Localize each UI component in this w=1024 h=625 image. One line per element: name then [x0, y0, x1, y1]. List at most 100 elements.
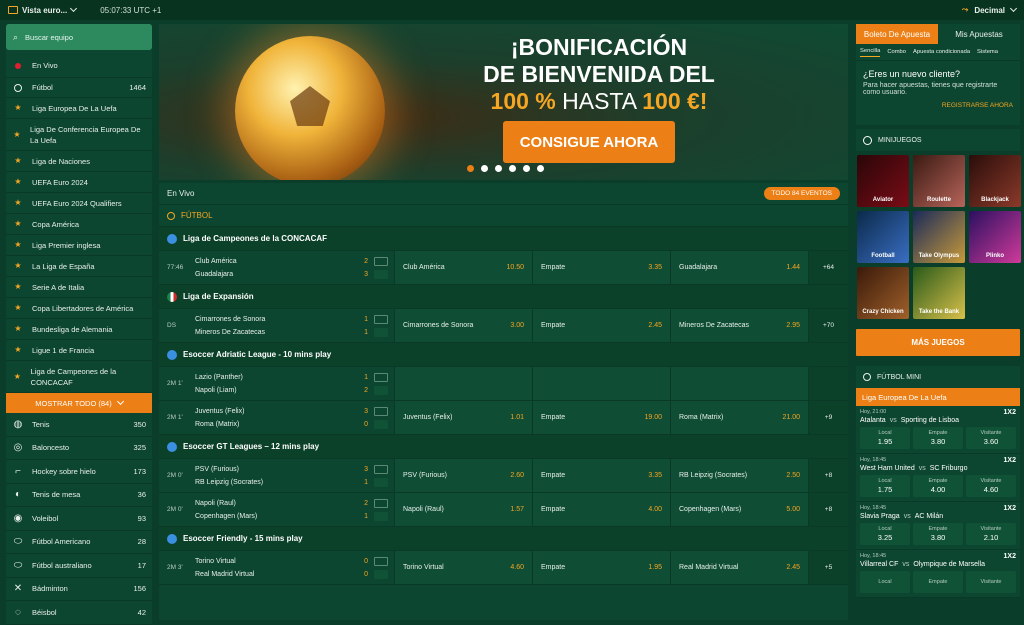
sidebar-item-sport[interactable]: ⌐ Hockey sobre hielo 173	[6, 460, 152, 484]
minigame-tile[interactable]: Crazy Chicken	[857, 267, 909, 319]
mini-odds-button[interactable]: Visitante 4.60	[966, 475, 1016, 497]
stats-icon[interactable]	[374, 464, 388, 474]
match-row[interactable]: 77:46 Club América 2 Guadalajara 3 Club Améri…	[159, 251, 848, 285]
view-selector[interactable]: Vista euro...	[8, 4, 78, 15]
more-markets-button[interactable]: +8	[809, 493, 848, 526]
odds-button[interactable]: Club América 10.50	[395, 251, 533, 284]
match-row[interactable]: 2M 1' Lazio (Panther) 1 Napoli (Liam) 2	[159, 367, 848, 401]
sidebar-item-league[interactable]: ★ Copa América	[6, 214, 152, 235]
sidebar-item-league[interactable]: ★ Liga De Conferencia Europea De La Uefa	[6, 119, 152, 151]
more-markets-button[interactable]: +9	[809, 401, 848, 434]
minigame-tile[interactable]: Football	[857, 211, 909, 263]
carousel-dot[interactable]	[481, 165, 488, 172]
odds-button[interactable]: Empate 4.00	[533, 493, 671, 526]
sidebar-item-sport[interactable]: ⬭ Fútbol Americano 28	[6, 531, 152, 554]
minigame-tile[interactable]: Aviator	[857, 155, 909, 207]
sidebar-item-league[interactable]: ★ Bundesliga de Alemania	[6, 319, 152, 340]
mini-odds-button[interactable]: Empate 4.00	[913, 475, 963, 497]
stats-placeholder[interactable]	[374, 511, 388, 521]
mini-odds-button[interactable]: Empate 3.80	[913, 523, 963, 545]
more-games-button[interactable]: MÁS JUEGOS	[856, 329, 1020, 356]
sidebar-item-league[interactable]: ★ UEFA Euro 2024	[6, 172, 152, 193]
mini-odds-button[interactable]: Visitante 2.10	[966, 523, 1016, 545]
odds-button[interactable]: Real Madrid Virtual 2.45	[671, 551, 809, 584]
sport-header[interactable]: FÚTBOL	[159, 205, 848, 227]
odds-button[interactable]	[671, 367, 809, 400]
subtab-combo[interactable]: Combo	[887, 49, 906, 55]
sidebar-item-league[interactable]: ★ Liga Europea De La Uefa	[6, 98, 152, 119]
search-input[interactable]: ⌕ Buscar equipo	[6, 24, 152, 50]
all-events-button[interactable]: TODO 84 EVENTOS	[763, 187, 840, 200]
match-row[interactable]: 2M 0' PSV (Furious) 3 RB Leipzig (Socrates)…	[159, 459, 848, 493]
mini-league-header[interactable]: Liga Europea De La Uefa	[856, 388, 1020, 406]
tab-my-bets[interactable]: Mis Apuestas	[938, 24, 1020, 44]
more-markets-button[interactable]: +64	[809, 251, 848, 284]
more-markets-button[interactable]: +70	[809, 309, 848, 342]
sidebar-item-live[interactable]: En Vivo	[6, 54, 152, 78]
subtab-system[interactable]: Sistema	[977, 49, 998, 55]
sidebar-item-league[interactable]: ★ Copa Libertadores de América	[6, 298, 152, 319]
mini-match[interactable]: Hoy, 21:00 1X2 Atalanta vs Sporting de Lisbo…	[856, 406, 1020, 454]
mini-odds-button[interactable]: Empate	[913, 571, 963, 593]
league-header[interactable]: Esoccer Friendly - 15 mins play	[159, 527, 848, 551]
stats-icon[interactable]	[374, 256, 388, 266]
stats-icon[interactable]	[374, 556, 388, 566]
mini-match[interactable]: Hoy, 18:45 1X2 Slavia Praga vs AC Milán Local…	[856, 502, 1020, 550]
carousel-dot[interactable]	[537, 165, 544, 172]
sidebar-item-sport[interactable]: ◎ Baloncesto 325	[6, 437, 152, 460]
sidebar-item-league[interactable]: ★ La Liga de España	[6, 256, 152, 277]
odds-button[interactable]: Guadalajara 1.44	[671, 251, 809, 284]
mini-odds-button[interactable]: Local 3.25	[860, 523, 910, 545]
stats-placeholder[interactable]	[374, 569, 388, 579]
sidebar-item-sport[interactable]: ◌ Béisbol 42	[6, 601, 152, 625]
match-row[interactable]: 2M 0' Napoli (Raul) 2 Copenhagen (Mars) 1 Nap…	[159, 493, 848, 527]
mini-odds-button[interactable]: Visitante 3.60	[966, 427, 1016, 449]
stats-placeholder[interactable]	[374, 477, 388, 487]
stats-placeholder[interactable]	[374, 269, 388, 279]
league-header[interactable]: Liga de Campeones de la CONCACAF	[159, 227, 848, 251]
carousel-dot[interactable]	[523, 165, 530, 172]
minigame-tile[interactable]: Take Olympus	[913, 211, 965, 263]
league-header[interactable]: Esoccer GT Leagues – 12 mins play	[159, 435, 848, 459]
match-row[interactable]: DS Cimarrones de Sonora 1 Mineros De Zacate…	[159, 309, 848, 343]
odds-button[interactable]	[395, 367, 533, 400]
sidebar-item-sport[interactable]: ✕ Bádminton 156	[6, 578, 152, 601]
odds-button[interactable]: Copenhagen (Mars) 5.00	[671, 493, 809, 526]
register-link[interactable]: REGISTRARSE AHORA	[863, 102, 1013, 109]
league-header[interactable]: Liga de Expansión	[159, 285, 848, 309]
match-row[interactable]: 2M 1' Juventus (Felix) 3 Roma (Matrix) 0 Juve…	[159, 401, 848, 435]
subtab-single[interactable]: Sencilla	[860, 48, 881, 57]
stats-icon[interactable]	[374, 406, 388, 416]
cta-button[interactable]: CONSIGUE AHORA	[503, 121, 675, 163]
odds-button[interactable]: Cimarrones de Sonora 3.00	[395, 309, 533, 342]
minigame-tile[interactable]: Plinko	[969, 211, 1021, 263]
sidebar-item-league[interactable]: ★ Liga de Naciones	[6, 151, 152, 172]
sidebar-item-league[interactable]: ★ Serie A de Italia	[6, 277, 152, 298]
odds-button[interactable]: Juventus (Felix) 1.01	[395, 401, 533, 434]
minigame-tile[interactable]: Roulette	[913, 155, 965, 207]
league-header[interactable]: Esoccer Adriatic League - 10 mins play	[159, 343, 848, 367]
sidebar-item-sport[interactable]: ◍ Tenis 350	[6, 413, 152, 437]
odds-format-selector[interactable]: ⤳ Decimal	[962, 4, 1018, 15]
more-markets-button[interactable]: +5	[809, 551, 848, 584]
sidebar-item-league[interactable]: ★ Liga de Campeones de la CONCACAF	[6, 361, 152, 393]
carousel-dot[interactable]	[509, 165, 516, 172]
odds-button[interactable]: Napoli (Raul) 1.57	[395, 493, 533, 526]
mini-odds-button[interactable]: Visitante	[966, 571, 1016, 593]
odds-button[interactable]: Empate 3.35	[533, 459, 671, 492]
odds-button[interactable]: PSV (Furious) 2.60	[395, 459, 533, 492]
carousel-dot[interactable]	[467, 165, 474, 172]
sidebar-item-league[interactable]: ★ Ligue 1 de Francia	[6, 340, 152, 361]
match-row[interactable]: 2M 3' Torino Virtual 0 Real Madrid Virtual 0…	[159, 551, 848, 585]
stats-icon[interactable]	[374, 498, 388, 508]
odds-button[interactable]: Empate 2.45	[533, 309, 671, 342]
sidebar-item-league[interactable]: ★ Liga Premier inglesa	[6, 235, 152, 256]
subtab-conditional[interactable]: Apuesta condicionada	[913, 49, 970, 55]
stats-placeholder[interactable]	[374, 419, 388, 429]
sidebar-item-league[interactable]: ★ UEFA Euro 2024 Qualifiers	[6, 193, 152, 214]
odds-button[interactable]	[533, 367, 671, 400]
odds-button[interactable]: Roma (Matrix) 21.00	[671, 401, 809, 434]
odds-button[interactable]: Empate 3.35	[533, 251, 671, 284]
promo-banner[interactable]: ¡BONIFICACIÓN DE BIENVENIDA DEL 100 % HA…	[159, 24, 848, 180]
odds-button[interactable]: Torino Virtual 4.60	[395, 551, 533, 584]
